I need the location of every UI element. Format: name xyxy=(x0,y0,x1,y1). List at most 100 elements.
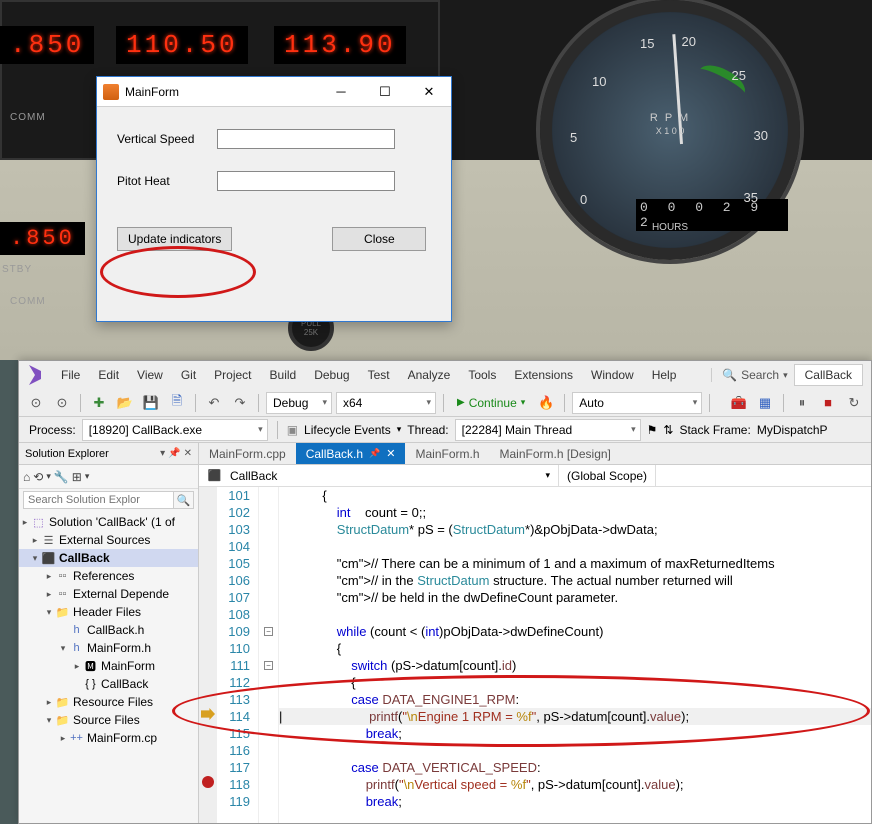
menu-tools[interactable]: Tools xyxy=(460,364,504,386)
stack-combo[interactable]: MyDispatchP xyxy=(757,423,828,437)
maximize-button[interactable]: ☐ xyxy=(363,78,407,106)
code-text[interactable]: { int count = 0;; StructDatum* pS = (Str… xyxy=(279,487,871,823)
back-button[interactable]: ⊙ xyxy=(25,392,47,414)
tab-mainform-cpp[interactable]: MainForm.cpp xyxy=(199,443,296,464)
visual-studio-window: File Edit View Git Project Build Debug T… xyxy=(18,360,872,824)
menu-git[interactable]: Git xyxy=(173,364,204,386)
vspeed-label: Vertical Speed xyxy=(117,132,217,146)
tab-callback-h[interactable]: CallBack.h📌✕ xyxy=(296,443,406,464)
save-all-button[interactable]: 🗎 xyxy=(166,392,188,414)
active-file-display[interactable]: CallBack xyxy=(794,364,863,386)
close-form-button[interactable]: Close xyxy=(332,227,426,251)
tree-mainform-class[interactable]: ▸🅼MainForm xyxy=(19,657,198,675)
undo-button[interactable]: ↶ xyxy=(203,392,225,414)
open-button[interactable]: 📂 xyxy=(114,392,136,414)
mainform-window: MainForm ─ ☐ ✕ Vertical Speed Pitot Heat… xyxy=(96,76,452,322)
menu-debug[interactable]: Debug xyxy=(306,364,357,386)
collapse-icon[interactable]: ▾ xyxy=(46,471,51,482)
tree-resource-files[interactable]: ▸📁Resource Files xyxy=(19,693,198,711)
mainform-app-icon xyxy=(103,84,119,100)
tree-external-deps[interactable]: ▸▫▫External Depende xyxy=(19,585,198,603)
tree-mainform-cpp[interactable]: ▸++MainForm.cp xyxy=(19,729,198,747)
layout-button[interactable]: ▦ xyxy=(754,392,776,414)
forward-button[interactable]: ⊙ xyxy=(51,392,73,414)
dropdown-icon[interactable]: ▾ xyxy=(160,448,165,459)
pitot-input[interactable] xyxy=(217,171,395,191)
process-combo[interactable]: [18920] CallBack.exe xyxy=(82,419,268,441)
auto-combo[interactable]: Auto xyxy=(572,392,702,414)
tree-solution[interactable]: ▸⬚Solution 'CallBack' (1 of xyxy=(19,513,198,531)
led-1: .850 xyxy=(0,26,94,64)
solution-explorer: Solution Explorer ▾📌✕ ⌂ ⟲ ▾ 🔧 ⊞ ▾ 🔍 ▸⬚So… xyxy=(19,443,199,823)
filter-icon[interactable]: ⊞ xyxy=(72,470,82,484)
menu-help[interactable]: Help xyxy=(644,364,685,386)
pin-icon[interactable]: 📌 xyxy=(168,448,180,459)
mainform-titlebar[interactable]: MainForm ─ ☐ ✕ xyxy=(97,77,451,107)
menu-window[interactable]: Window xyxy=(583,364,642,386)
minimize-button[interactable]: ─ xyxy=(319,78,363,106)
tree-mainform-h[interactable]: ▾hMainForm.h xyxy=(19,639,198,657)
tree-project-callback[interactable]: ▾⬛CallBack xyxy=(19,549,198,567)
scope-combo[interactable]: ⬛CallBack▾ xyxy=(199,465,559,486)
led-2: 110.50 xyxy=(116,26,248,64)
menu-file[interactable]: File xyxy=(53,364,88,386)
continue-button[interactable]: Continue ▾ xyxy=(451,396,531,410)
flag-icon[interactable]: ⚑ xyxy=(647,423,658,437)
tab-mainform-h[interactable]: MainForm.h xyxy=(405,443,489,464)
search-icon[interactable]: 🔍 xyxy=(174,491,194,509)
menu-view[interactable]: View xyxy=(129,364,171,386)
rpm-gauge: R P M X 1 0 0 0 0 0 2 9 2 HOURS 0 5 10 1… xyxy=(540,0,800,260)
step-icon[interactable]: ⇅ xyxy=(663,423,673,437)
lifecycle-label[interactable]: Lifecycle Events xyxy=(304,423,391,437)
menu-analyze[interactable]: Analyze xyxy=(400,364,459,386)
solexp-header[interactable]: Solution Explorer ▾📌✕ xyxy=(19,443,198,465)
save-button[interactable]: 💾 xyxy=(140,392,162,414)
global-combo[interactable]: (Global Scope) xyxy=(559,465,656,486)
config-combo[interactable]: Debug xyxy=(266,392,332,414)
menu-test[interactable]: Test xyxy=(360,364,398,386)
tree-source-files[interactable]: ▾📁Source Files xyxy=(19,711,198,729)
close-icon[interactable]: ✕ xyxy=(184,448,192,459)
toolbox-button[interactable]: 🧰 xyxy=(728,392,750,414)
hot-reload-button[interactable]: 🔥 xyxy=(535,392,557,414)
show-icon[interactable]: 🔧 xyxy=(54,470,69,484)
menu-extensions[interactable]: Extensions xyxy=(506,364,581,386)
search-box[interactable]: 🔍Search ▾ xyxy=(711,368,788,382)
redo-button[interactable]: ↷ xyxy=(229,392,251,414)
tree-header-files[interactable]: ▾📁Header Files xyxy=(19,603,198,621)
toolbar-debug: Process: [18920] CallBack.exe ▣ Lifecycl… xyxy=(19,417,871,443)
vspeed-input[interactable] xyxy=(217,129,395,149)
home-icon[interactable]: ⌂ xyxy=(23,470,30,484)
solution-tree: ▸⬚Solution 'CallBack' (1 of ▸☰External S… xyxy=(19,511,198,749)
menu-project[interactable]: Project xyxy=(206,364,259,386)
tree-callback-ns[interactable]: { }CallBack xyxy=(19,675,198,693)
solexp-toolbar: ⌂ ⟲ ▾ 🔧 ⊞ ▾ xyxy=(19,465,198,489)
search-icon: 🔍 xyxy=(722,368,737,382)
sync-icon[interactable]: ⟲ xyxy=(33,470,43,484)
breakpoint-gutter[interactable] xyxy=(199,487,217,823)
close-button[interactable]: ✕ xyxy=(407,78,451,106)
menu-build[interactable]: Build xyxy=(262,364,305,386)
code-area[interactable]: 1011021031041051061071081091101111121131… xyxy=(199,487,871,823)
close-icon[interactable]: ✕ xyxy=(386,447,395,460)
mainform-title: MainForm xyxy=(125,85,319,99)
toolbar-main: ⊙ ⊙ ✚ 📂 💾 🗎 ↶ ↷ Debug x64 Continue ▾ 🔥 A… xyxy=(19,389,871,417)
platform-combo[interactable]: x64 xyxy=(336,392,436,414)
solexp-search-input[interactable] xyxy=(23,491,174,509)
tab-mainform-design[interactable]: MainForm.h [Design] xyxy=(490,443,621,464)
stop-button[interactable]: ■ xyxy=(817,392,839,414)
tree-callback-h[interactable]: hCallBack.h xyxy=(19,621,198,639)
stack-label: Stack Frame: xyxy=(679,423,750,437)
pin-icon[interactable]: 📌 xyxy=(369,448,380,459)
new-button[interactable]: ✚ xyxy=(88,392,110,414)
led-3: 113.90 xyxy=(274,26,406,64)
thread-combo[interactable]: [22284] Main Thread xyxy=(455,419,641,441)
update-indicators-button[interactable]: Update indicators xyxy=(117,227,232,251)
pause-button[interactable]: ⏸ xyxy=(791,392,813,414)
restart-button[interactable]: ↻ xyxy=(843,392,865,414)
tree-external-sources[interactable]: ▸☰External Sources xyxy=(19,531,198,549)
menu-edit[interactable]: Edit xyxy=(90,364,127,386)
tree-references[interactable]: ▸▫▫References xyxy=(19,567,198,585)
editor-tabstrip: MainForm.cpp CallBack.h📌✕ MainForm.h Mai… xyxy=(199,443,871,465)
fold-gutter[interactable]: −− xyxy=(259,487,279,823)
